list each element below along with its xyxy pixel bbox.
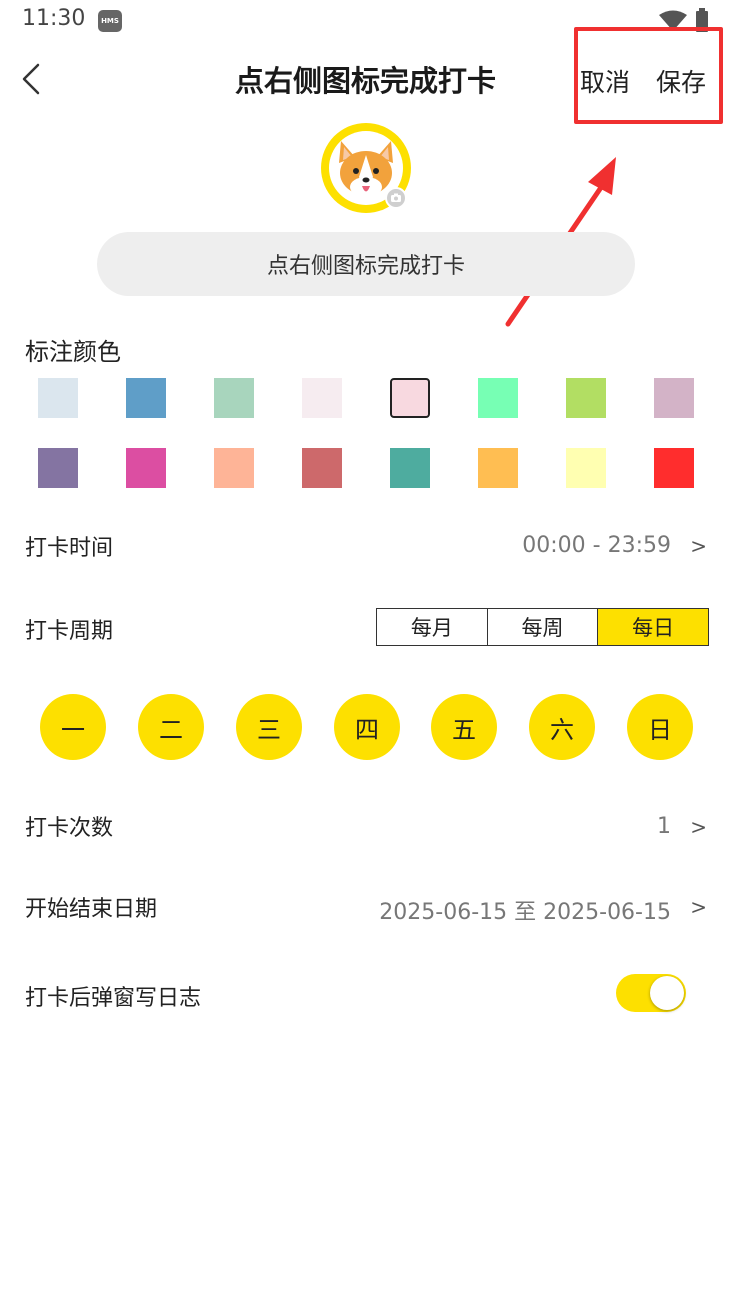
toggle-knob (650, 976, 684, 1010)
color-swatch-14[interactable] (478, 448, 518, 488)
journal-popup-toggle[interactable] (616, 974, 686, 1012)
period-option-monthly[interactable]: 每月 (377, 609, 487, 645)
habit-avatar[interactable] (321, 123, 411, 213)
date-range-value[interactable]: 2025-06-15 至 2025-06-15 (379, 894, 671, 926)
journal-popup-label: 打卡后弹窗写日志 (25, 986, 202, 1011)
habit-name-input[interactable] (97, 232, 635, 296)
color-section-label: 标注颜色 (25, 338, 121, 366)
status-time: 11:30 (22, 6, 86, 31)
checkin-time-chevron-icon[interactable]: > (690, 534, 707, 558)
color-swatch-3[interactable] (214, 378, 254, 418)
color-swatch-4[interactable] (302, 378, 342, 418)
hms-icon: HMS (98, 10, 122, 32)
color-swatch-5[interactable] (390, 378, 430, 418)
period-option-daily[interactable]: 每日 (597, 609, 709, 645)
weekday-wed[interactable]: 三 (236, 694, 302, 760)
weekday-thu[interactable]: 四 (334, 694, 400, 760)
annotation-highlight-box (574, 27, 723, 124)
date-range-chevron-icon[interactable]: > (690, 895, 707, 919)
color-swatch-11[interactable] (214, 448, 254, 488)
weekday-fri[interactable]: 五 (431, 694, 497, 760)
weekday-sat[interactable]: 六 (529, 694, 595, 760)
period-option-weekly[interactable]: 每周 (486, 609, 598, 645)
checkin-period-label: 打卡周期 (25, 619, 114, 644)
color-swatch-2[interactable] (126, 378, 166, 418)
checkin-time-label: 打卡时间 (25, 536, 114, 561)
weekday-tue[interactable]: 二 (138, 694, 204, 760)
weekday-mon[interactable]: 一 (40, 694, 106, 760)
color-swatch-6[interactable] (478, 378, 518, 418)
checkin-time-value[interactable]: 00:00 - 23:59 (522, 533, 671, 558)
color-swatch-9[interactable] (38, 448, 78, 488)
color-swatch-16[interactable] (654, 448, 694, 488)
camera-icon[interactable] (385, 187, 407, 209)
date-range-label: 开始结束日期 (25, 897, 158, 922)
color-swatch-13[interactable] (390, 448, 430, 488)
color-swatch-10[interactable] (126, 448, 166, 488)
checkin-count-label: 打卡次数 (25, 816, 114, 841)
color-swatch-1[interactable] (38, 378, 78, 418)
color-swatch-15[interactable] (566, 448, 606, 488)
weekday-sun[interactable]: 日 (627, 694, 693, 760)
color-swatch-8[interactable] (654, 378, 694, 418)
period-segmented-control: 每月 每周 每日 (376, 608, 709, 646)
color-swatch-12[interactable] (302, 448, 342, 488)
checkin-count-chevron-icon[interactable]: > (690, 815, 707, 839)
color-swatch-7[interactable] (566, 378, 606, 418)
checkin-count-value[interactable]: 1 (657, 814, 671, 839)
